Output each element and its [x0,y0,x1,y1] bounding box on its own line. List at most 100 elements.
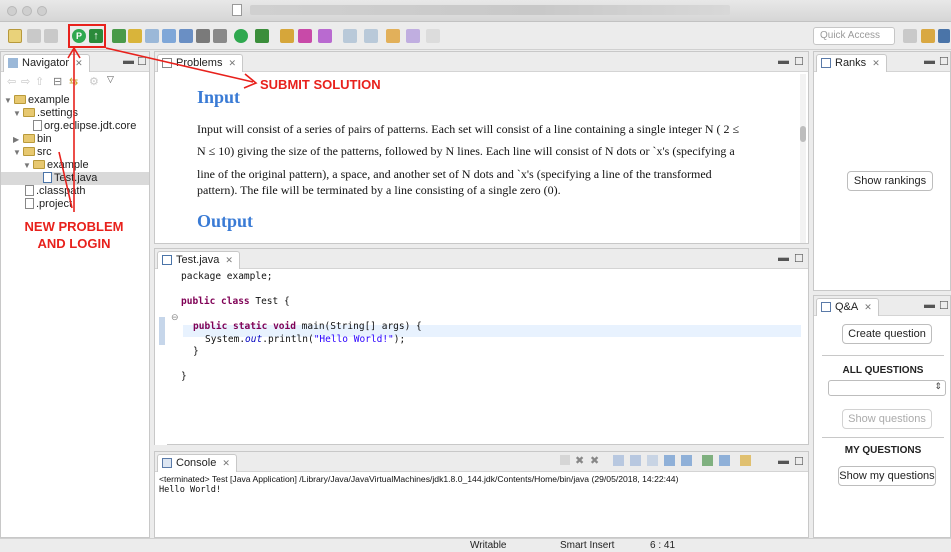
close-window-button[interactable] [7,6,17,16]
maximize-icon[interactable]: ☐ [137,55,147,68]
expanded-icon[interactable]: ▼ [13,107,23,120]
maximize-icon[interactable]: ☐ [794,455,804,468]
collapse-all-icon[interactable]: ⊟ [53,75,62,88]
minimize-icon[interactable]: ▬ [924,55,935,67]
editor-gutter [155,270,167,445]
maximize-icon[interactable]: ☐ [794,55,804,68]
tab-console[interactable]: Console ✕ [157,454,237,472]
display-console-icon[interactable] [719,455,730,466]
word-wrap-icon[interactable] [647,455,658,466]
remove-launch-icon[interactable]: ✖ [575,454,584,467]
tab-ranks[interactable]: Ranks ✕ [816,54,887,72]
pen-icon[interactable] [318,29,332,43]
maximize-icon[interactable]: ☐ [794,252,804,265]
tree-item-file[interactable]: .project [1,198,149,211]
save-icon[interactable] [27,29,41,43]
back-icon[interactable] [386,29,400,43]
tree-item-file[interactable]: .classpath [1,185,149,198]
forward-icon[interactable] [426,29,440,43]
show-my-questions-button[interactable]: Show my questions [838,466,936,486]
minimize-icon[interactable]: ▬ [778,455,789,467]
show-questions-button[interactable]: Show questions [842,409,932,429]
tree-item-folder[interactable]: ▼ .settings [1,107,149,120]
fold-icon[interactable]: ⊖ [171,312,179,323]
tab-test-java[interactable]: Test.java ✕ [157,251,240,269]
annotation-next-icon[interactable] [343,29,357,43]
close-icon[interactable]: ✕ [75,58,83,68]
tool-icon[interactable] [162,29,176,43]
up-icon[interactable]: ⇧ [35,75,44,88]
debug-perspective-icon[interactable] [938,29,950,43]
debug-icon[interactable] [213,29,227,43]
minimize-icon[interactable]: ▬ [123,55,134,67]
minimize-icon[interactable]: ▬ [778,252,789,264]
forward-icon[interactable] [406,29,420,43]
tool-icon[interactable] [196,29,210,43]
tree-item-project[interactable]: ▼ example [1,94,149,107]
close-icon[interactable]: ✕ [228,58,236,68]
minimize-window-button[interactable] [22,6,32,16]
create-question-button[interactable]: Create question [842,324,932,344]
remove-all-icon[interactable]: ✖ [590,454,599,467]
code-line: } [193,346,199,357]
code-line: public class Test { [181,296,290,307]
link-editor-icon[interactable]: ⇆ [69,75,78,88]
close-icon[interactable]: ✕ [225,255,233,265]
clear-console-icon[interactable] [613,455,624,466]
tool-icon[interactable] [145,29,159,43]
show-console-error-icon[interactable] [681,455,692,466]
minimize-icon[interactable]: ▬ [924,299,935,311]
tab-qa[interactable]: Q&A ✕ [816,298,879,316]
new-problem-icon[interactable]: P [72,29,86,43]
tree-item-folder[interactable]: ▶ bin [1,133,149,146]
maximize-icon[interactable]: ☐ [939,55,949,68]
open-console-icon[interactable] [740,455,751,466]
tab-navigator[interactable]: Navigator ✕ [3,54,90,72]
problems-scrollbar[interactable] [800,74,806,243]
run-icon[interactable] [234,29,248,43]
tool-icon[interactable] [179,29,193,43]
folder-icon [33,160,45,169]
quick-access-input[interactable]: Quick Access [813,27,895,45]
maximize-icon[interactable]: ☐ [939,299,949,312]
questions-select[interactable]: ⇕ [828,380,946,396]
tree-item-folder[interactable]: ▼ src [1,146,149,159]
terminate-icon[interactable] [560,455,570,465]
close-icon[interactable]: ✕ [222,458,230,468]
forward-icon[interactable]: ⇨ [21,75,30,88]
close-icon[interactable]: ✕ [864,302,872,312]
open-task-icon[interactable] [298,29,312,43]
new-icon[interactable] [8,29,22,43]
expanded-icon[interactable]: ▼ [23,159,33,172]
tool-icon[interactable] [112,29,126,43]
tab-problems[interactable]: Problems ✕ [157,54,244,72]
open-type-icon[interactable] [280,29,294,43]
show-rankings-button[interactable]: Show rankings [847,171,933,191]
scroll-lock-icon[interactable] [630,455,641,466]
close-icon[interactable]: ✕ [872,58,880,68]
expanded-icon[interactable]: ▼ [13,146,23,159]
submit-solution-icon[interactable]: ↑ [89,29,103,43]
java-perspective-icon[interactable] [921,29,935,43]
save-all-icon[interactable] [44,29,58,43]
scrollbar-thumb[interactable] [800,126,806,142]
collapsed-icon[interactable]: ▶ [13,133,23,146]
tree-item-folder[interactable]: ▼ example [1,159,149,172]
pin-console-icon[interactable] [702,455,713,466]
tree-item-file[interactable]: org.eclipse.jdt.core [1,120,149,133]
minimize-icon[interactable]: ▬ [778,55,789,67]
code-area[interactable]: package example; public class Test { pub… [181,271,801,384]
console-output[interactable]: <terminated> Test [Java Application] /Li… [155,472,808,498]
show-console-icon[interactable] [664,455,675,466]
annotation-prev-icon[interactable] [364,29,378,43]
view-menu-icon[interactable]: ▽ [107,74,114,85]
filter-icon[interactable]: ⚙ [89,75,99,88]
perspective-icon[interactable] [903,29,917,43]
zoom-window-button[interactable] [37,6,47,16]
tree-item-java-file[interactable]: Test.java [1,172,149,185]
wand-icon[interactable] [128,29,142,43]
file-icon [33,120,42,131]
back-icon[interactable]: ⇦ [7,75,16,88]
run-config-icon[interactable] [255,29,269,43]
expanded-icon[interactable]: ▼ [4,94,14,107]
